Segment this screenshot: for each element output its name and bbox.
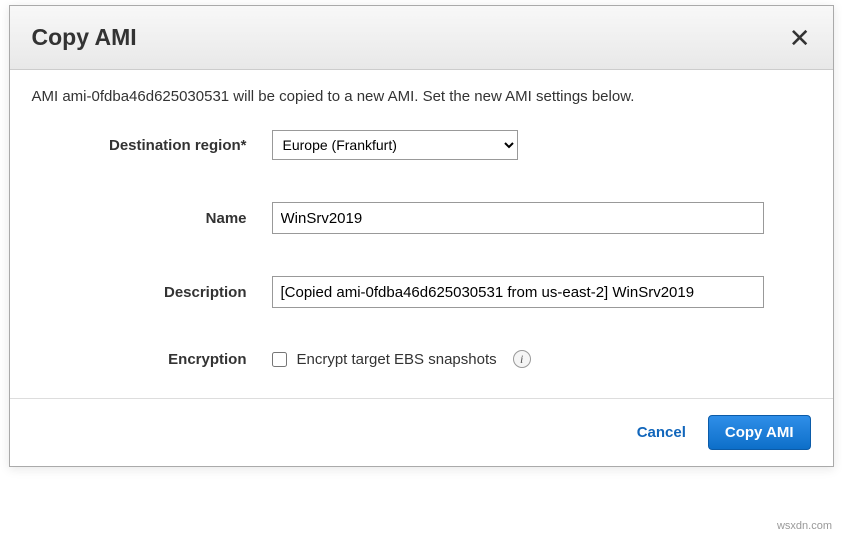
watermark: wsxdn.com: [777, 520, 832, 532]
name-input[interactable]: [272, 202, 764, 234]
dialog-header: Copy AMI ✕: [10, 6, 833, 70]
row-name: Name: [32, 202, 811, 234]
dialog-title: Copy AMI: [32, 24, 137, 51]
row-encryption: Encryption Encrypt target EBS snapshots …: [32, 350, 811, 368]
info-icon[interactable]: i: [513, 350, 531, 368]
destination-region-label: Destination region*: [32, 137, 272, 154]
description-input[interactable]: [272, 276, 764, 308]
encryption-checkbox[interactable]: [272, 352, 287, 367]
dialog-body: AMI ami-0fdba46d625030531 will be copied…: [10, 70, 833, 398]
copy-ami-button[interactable]: Copy AMI: [708, 415, 811, 450]
destination-region-select[interactable]: Europe (Frankfurt): [272, 130, 518, 160]
description-label: Description: [32, 284, 272, 301]
name-label: Name: [32, 210, 272, 227]
row-destination-region: Destination region* Europe (Frankfurt): [32, 130, 811, 160]
row-description: Description: [32, 276, 811, 308]
cancel-button[interactable]: Cancel: [637, 424, 686, 441]
copy-ami-dialog: Copy AMI ✕ AMI ami-0fdba46d625030531 wil…: [9, 5, 834, 467]
encryption-control: Encrypt target EBS snapshots i: [272, 350, 811, 368]
close-icon[interactable]: ✕: [789, 25, 811, 51]
intro-text: AMI ami-0fdba46d625030531 will be copied…: [32, 88, 811, 105]
dialog-footer: Cancel Copy AMI: [10, 398, 833, 466]
encryption-checkbox-label: Encrypt target EBS snapshots: [297, 351, 497, 368]
encryption-label: Encryption: [32, 351, 272, 368]
